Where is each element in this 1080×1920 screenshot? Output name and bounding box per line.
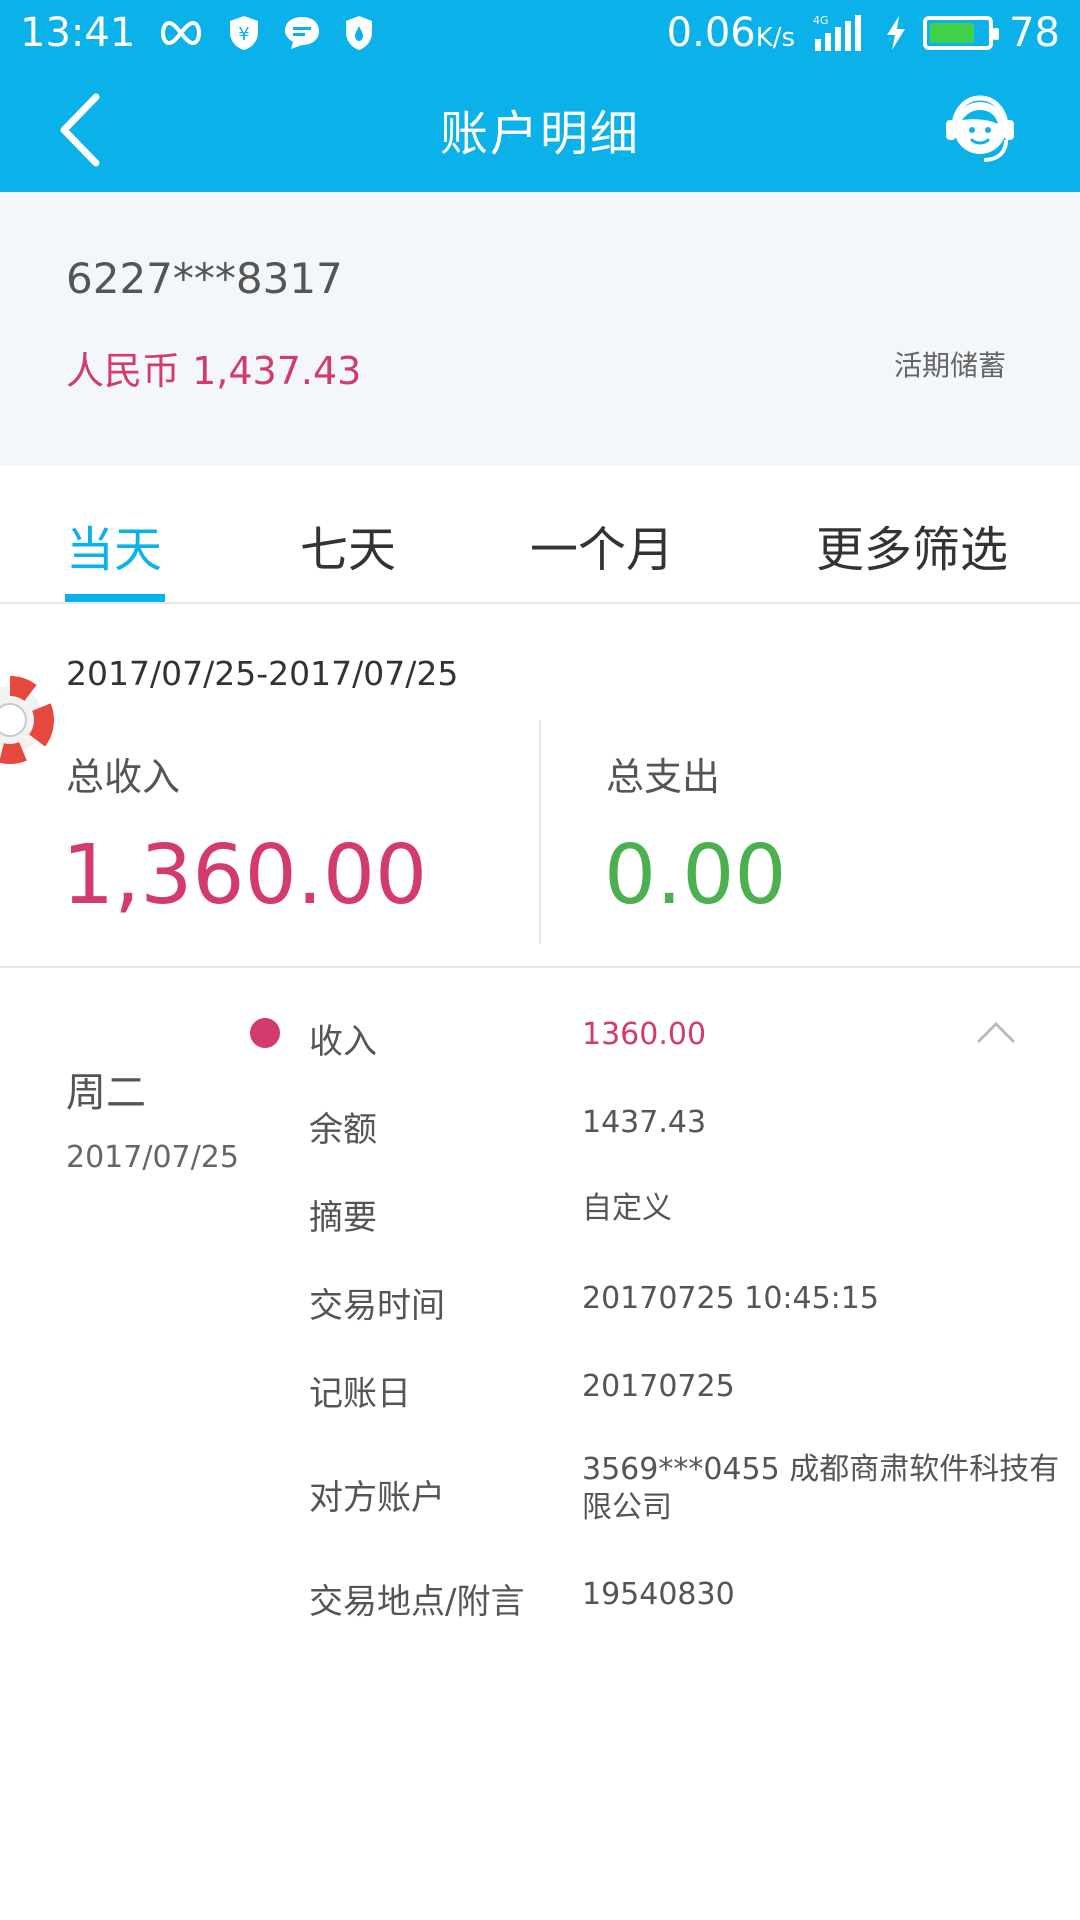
tab-more-filters[interactable]: 更多筛选: [816, 510, 1008, 580]
account-balance: 人民币 1,437.43: [66, 349, 362, 393]
row-label-transaction-time: 交易时间: [309, 1286, 445, 1326]
row-value-location-note: 19540830: [582, 1577, 735, 1612]
charging-icon: [885, 16, 907, 50]
row-value-summary: 自定义: [582, 1191, 672, 1226]
infinity-icon: [157, 18, 205, 48]
account-type: 活期储蓄: [893, 349, 1006, 382]
row-value-counterparty: 3569***0455 成都商肃软件科技有限公司: [582, 1452, 1060, 1525]
status-time: 13:41: [20, 10, 136, 56]
signal-icon: 4G: [811, 13, 869, 53]
row-label-income: 收入: [309, 1022, 377, 1062]
row-value-balance: 1437.43: [582, 1105, 707, 1140]
battery-icon: [923, 16, 1000, 50]
tab-seven-days[interactable]: 七天: [300, 510, 396, 580]
period-tabs: 当天 七天 一个月 更多筛选: [0, 466, 1080, 604]
transaction-weekday: 周二: [66, 1070, 146, 1116]
chat-icon: [283, 15, 321, 51]
total-expense-value: 0.00: [604, 828, 787, 923]
app-header: 账户明细: [0, 66, 1080, 192]
network-speed: 0.06K/s: [666, 10, 796, 56]
tab-today[interactable]: 当天: [66, 510, 162, 580]
shield-icon: [343, 14, 375, 52]
lifebuoy-icon: [0, 676, 54, 764]
back-button[interactable]: [58, 92, 118, 168]
row-value-income: 1360.00: [582, 1017, 707, 1052]
total-expense-label: 总支出: [606, 755, 721, 799]
total-income-value: 1,360.00: [62, 828, 428, 923]
row-value-posting-date: 20170725: [582, 1369, 735, 1404]
lifebuoy-float-button[interactable]: [0, 668, 60, 772]
row-label-summary: 摘要: [309, 1198, 377, 1238]
transaction-date: 2017/07/25: [66, 1140, 239, 1175]
network-type: 4G: [813, 14, 829, 27]
account-number: 6227***8317: [66, 254, 343, 303]
row-value-transaction-time: 20170725 10:45:15: [582, 1281, 879, 1316]
date-range: 2017/07/25-2017/07/25: [66, 654, 459, 693]
row-label-posting-date: 记账日: [309, 1374, 411, 1414]
svg-text:¥: ¥: [239, 24, 250, 45]
account-card: 6227***8317 人民币 1,437.43 活期储蓄: [0, 192, 1080, 466]
battery-percent: 78: [1009, 10, 1060, 56]
customer-service-icon: [946, 95, 1014, 162]
yen-shield-icon: ¥: [227, 14, 261, 52]
customer-service-button[interactable]: [940, 90, 1020, 170]
row-label-counterparty: 对方账户: [309, 1478, 445, 1518]
row-label-location-note: 交易地点/附言: [309, 1582, 525, 1622]
active-tab-indicator: [65, 594, 165, 602]
back-arrow-icon: [60, 93, 100, 167]
tab-one-month[interactable]: 一个月: [530, 510, 674, 580]
summary-divider: [539, 720, 541, 944]
page-title: 账户明细: [439, 106, 640, 162]
battery-fill: [930, 23, 974, 43]
income-dot-marker: [250, 1018, 280, 1048]
total-income-label: 总收入: [66, 755, 181, 799]
status-bar: 13:41 ¥ 0.06K/s 4G 78: [0, 0, 1080, 66]
row-label-balance: 余额: [309, 1110, 377, 1150]
summary-section: 2017/07/25-2017/07/25 总收入 1,360.00 总支出 0…: [0, 604, 1080, 968]
